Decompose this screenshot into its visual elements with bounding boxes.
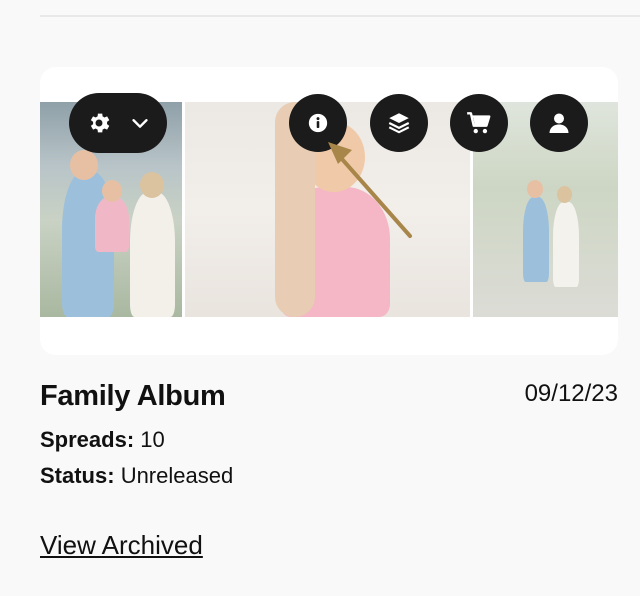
annotation-arrow (328, 142, 412, 238)
album-date: 09/12/23 (524, 380, 618, 407)
album-title: Family Album (40, 380, 226, 412)
spreads-label: Spreads: (40, 427, 135, 452)
layers-icon (386, 110, 412, 136)
spreads-row: Spreads: 10 (40, 427, 165, 453)
cart-button[interactable] (450, 94, 508, 152)
status-row: Status: Unreleased (40, 463, 233, 489)
gear-icon (86, 110, 112, 136)
profile-button[interactable] (530, 94, 588, 152)
cart-icon (465, 110, 493, 136)
spreads-value: 10 (140, 427, 165, 452)
user-icon (547, 111, 571, 135)
info-icon (307, 112, 329, 134)
top-divider (40, 15, 640, 17)
status-value: Unreleased (120, 463, 234, 488)
settings-dropdown-button[interactable] (69, 93, 167, 153)
status-label: Status: (40, 463, 115, 488)
chevron-down-icon (129, 112, 151, 134)
view-archived-link[interactable]: View Archived (40, 530, 203, 561)
